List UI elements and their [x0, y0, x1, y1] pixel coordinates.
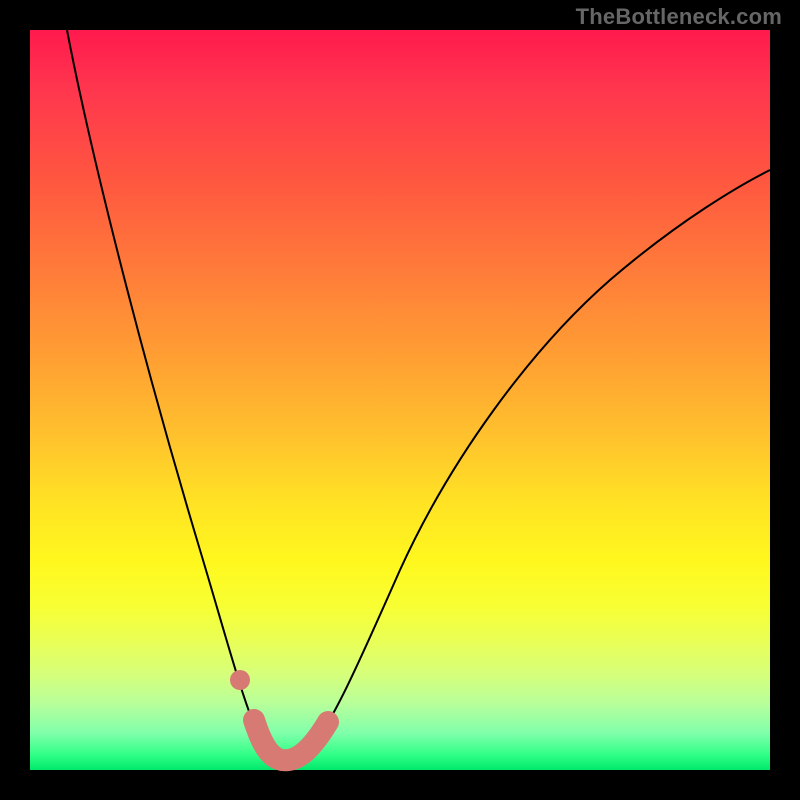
marker-dot	[230, 670, 250, 690]
bottleneck-curve	[67, 30, 770, 763]
plot-area	[30, 30, 770, 770]
marker-highlight	[254, 720, 328, 760]
chart-frame: TheBottleneck.com	[0, 0, 800, 800]
watermark-text: TheBottleneck.com	[576, 4, 782, 30]
chart-svg	[30, 30, 770, 770]
